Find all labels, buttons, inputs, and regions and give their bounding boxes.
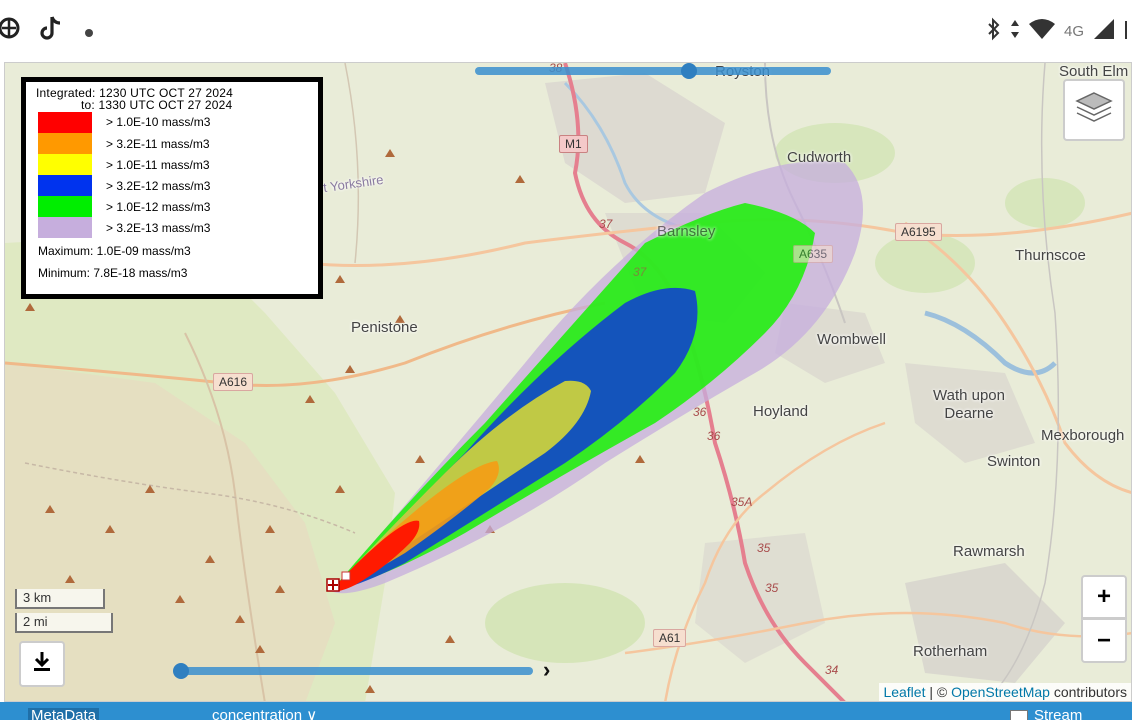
top-slider-handle[interactable] <box>680 63 697 79</box>
junction-label: 36 <box>693 405 707 419</box>
bluetooth-icon <box>986 17 1002 46</box>
download-button[interactable] <box>19 641 65 687</box>
place-label: Thurnscoe <box>1015 247 1086 264</box>
legend-swatch-0 <box>38 112 92 133</box>
bottom-toolbar: MetaData concentration ∨ Stream <box>0 702 1132 720</box>
legend-entry-label: > 3.2E-12 mass/m3 <box>106 179 211 193</box>
legend-to-time: 1330 UTC OCT 27 2024 <box>98 98 233 112</box>
status-right-icons: 4G <box>986 14 1128 48</box>
junction-label: 34 <box>825 663 839 677</box>
notification-dot-icon <box>82 16 96 47</box>
legend-entry-label: > 1.0E-12 mass/m3 <box>106 200 211 214</box>
variable-select[interactable]: concentration ∨ <box>212 708 317 720</box>
junction-label: 35A <box>731 495 753 509</box>
road-shield: A61 <box>653 629 687 647</box>
legend-entry-label: > 1.0E-11 mass/m3 <box>106 158 210 172</box>
layers-button[interactable] <box>1063 79 1125 141</box>
battery-edge-icon <box>1124 18 1128 45</box>
place-label: Barnsley <box>657 223 716 240</box>
zoom-out-button[interactable]: − <box>1081 619 1127 663</box>
top-slider-track[interactable] <box>475 67 831 75</box>
junction-label: 35 <box>757 541 771 555</box>
stream-checkbox[interactable] <box>1010 710 1028 720</box>
legend-swatch-1 <box>38 133 92 154</box>
data-arrows-icon <box>1010 18 1020 45</box>
concentration-legend: Integrated: 1230 UTC OCT 27 2024 to: 133… <box>21 77 323 299</box>
time-slider-handle[interactable] <box>173 663 189 679</box>
time-slider-track[interactable] <box>181 667 533 675</box>
metadata-tab[interactable]: MetaData <box>28 708 100 720</box>
place-label: Swinton <box>987 453 1041 470</box>
cell-signal-icon <box>1092 18 1116 45</box>
attribution-suffix: contributors <box>1049 684 1127 700</box>
legend-entry-label: > 1.0E-10 mass/m3 <box>106 115 211 129</box>
legend-entry-label: > 3.2E-11 mass/m3 <box>106 137 210 151</box>
place-label: Mexborough <box>1041 427 1125 444</box>
place-label: Cudworth <box>787 149 852 166</box>
place-label: Penistone <box>351 319 418 336</box>
legend-swatch-3 <box>38 175 92 196</box>
road-shield: A616 <box>213 373 254 391</box>
legend-maximum: Maximum: 1.0E-09 mass/m3 <box>38 244 191 258</box>
legend-swatch-5 <box>38 217 92 238</box>
junction-label: 35 <box>765 581 779 595</box>
layers-icon <box>1074 89 1114 132</box>
road-shield: M1 <box>559 135 588 153</box>
place-label: Hoyland <box>753 403 809 420</box>
attribution-separator: | © <box>925 684 952 700</box>
scale-metric: 3 km <box>15 589 105 609</box>
map-attribution: Leaflet | © OpenStreetMap contributors <box>879 683 1131 701</box>
next-step-button[interactable]: › <box>543 657 550 683</box>
place-label: Rawmarsh <box>953 543 1025 560</box>
download-icon <box>30 649 54 680</box>
place-label: Rotherham <box>913 643 988 660</box>
wifi-icon <box>1028 18 1056 45</box>
status-left-icons <box>0 14 96 48</box>
junction-label: 37 <box>633 265 647 279</box>
status-bar: 4G <box>0 0 1132 62</box>
legend-swatch-4 <box>38 196 92 217</box>
junction-label: 36 <box>707 429 721 443</box>
legend-to-label: to: <box>81 98 95 112</box>
map-view[interactable]: Royston South Elm Cudworth Barnsley Thur… <box>4 62 1132 702</box>
place-label: Wombwell <box>817 331 886 348</box>
osm-link[interactable]: OpenStreetMap <box>951 684 1050 700</box>
legend-minimum: Minimum: 7.8E-18 mass/m3 <box>38 266 188 280</box>
leaflet-link[interactable]: Leaflet <box>883 684 925 700</box>
road-shield: A635 <box>793 245 834 263</box>
app-globe-icon <box>0 15 22 48</box>
stream-checkbox-label: Stream <box>1034 707 1083 720</box>
network-type-label: 4G <box>1063 22 1084 40</box>
road-shield: A6195 <box>895 223 942 241</box>
legend-swatch-2 <box>38 154 92 175</box>
legend-time-range: Integrated: 1230 UTC OCT 27 2024 to: 133… <box>36 87 233 111</box>
tiktok-icon <box>40 15 64 48</box>
legend-entry-label: > 3.2E-13 mass/m3 <box>106 221 211 235</box>
junction-label: 37 <box>599 217 613 231</box>
zoom-in-button[interactable]: + <box>1081 575 1127 619</box>
place-label: Wath upon Dearne <box>933 387 1005 422</box>
scale-imperial: 2 mi <box>15 613 113 633</box>
